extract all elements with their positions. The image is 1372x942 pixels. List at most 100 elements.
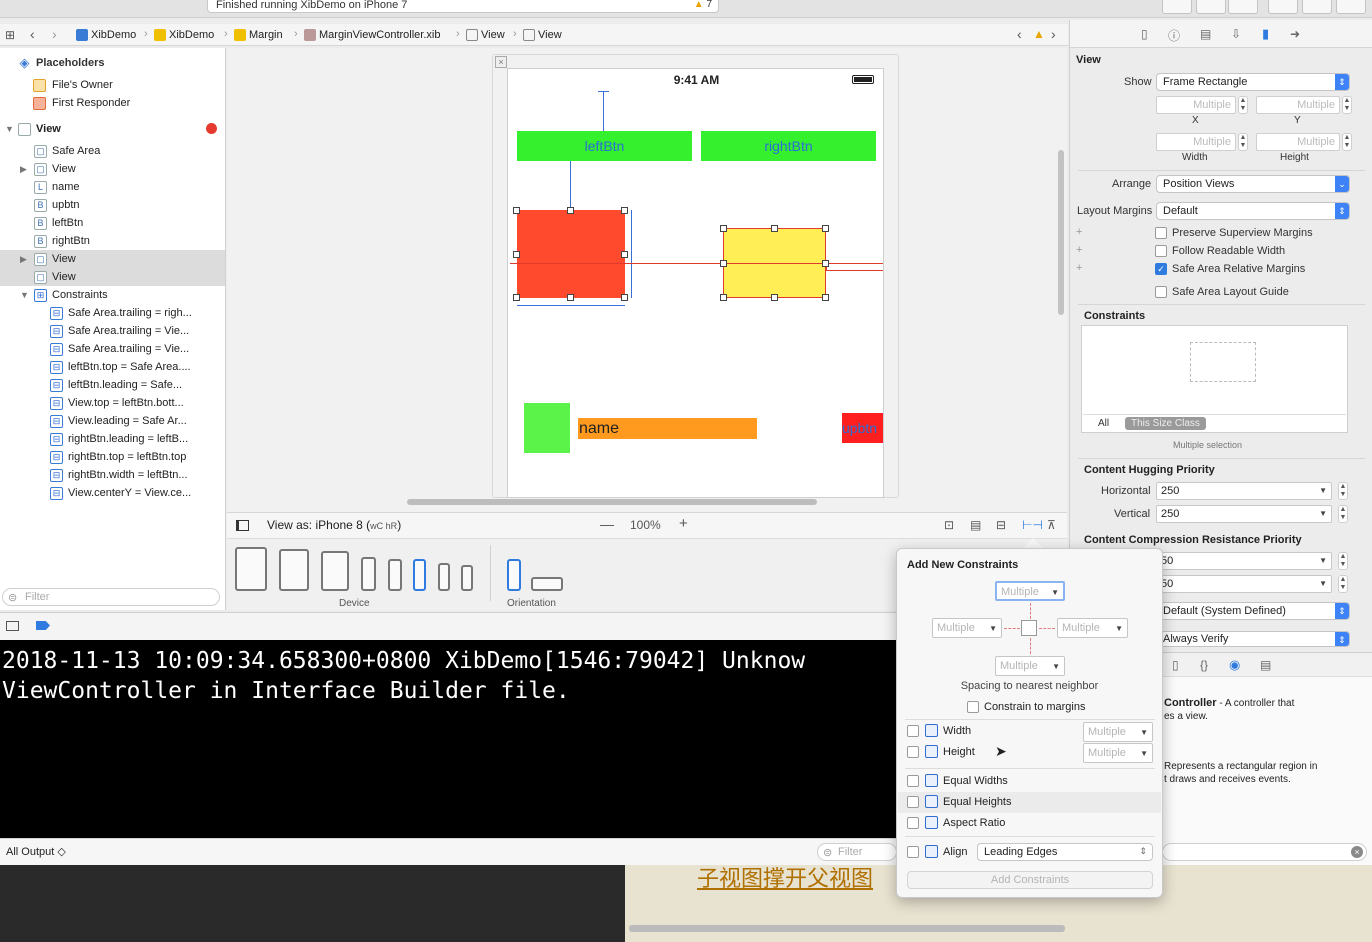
tab-all[interactable]: All bbox=[1098, 418, 1109, 429]
readable-width-checkbox[interactable] bbox=[1155, 245, 1167, 257]
connections-inspector-icon[interactable]: ➜ bbox=[1290, 27, 1300, 41]
add-constraints-icon[interactable]: ⊢⊣ bbox=[1022, 518, 1043, 532]
resize-handle[interactable] bbox=[621, 294, 628, 301]
help-inspector-icon[interactable]: ⓘ bbox=[1168, 27, 1180, 44]
resize-handle[interactable] bbox=[621, 207, 628, 214]
align-checkbox[interactable] bbox=[907, 846, 919, 858]
crumb-project[interactable]: XibDemo bbox=[76, 28, 136, 42]
bottom-spacing-field[interactable]: Multiple ▼ bbox=[995, 656, 1065, 676]
resize-handle[interactable] bbox=[513, 294, 520, 301]
crumb-folder[interactable]: Margin bbox=[234, 28, 283, 42]
vertical-hugging-combo[interactable]: 250 ▼ bbox=[1156, 505, 1332, 523]
view-as-device-label[interactable]: View as: iPhone 8 (wC hR) bbox=[267, 518, 401, 532]
library-item-view-controller[interactable]: Controller - A controller that bbox=[1164, 697, 1294, 709]
resize-handle[interactable] bbox=[567, 294, 574, 301]
width-stepper[interactable]: ▲ ▼ bbox=[1238, 133, 1248, 151]
breakpoints-toggle-icon[interactable] bbox=[36, 621, 50, 630]
outline-item[interactable]: ▢ View bbox=[0, 268, 225, 286]
disclosure-triangle-icon[interactable]: ▼ bbox=[5, 124, 14, 134]
resize-handle[interactable] bbox=[822, 294, 829, 301]
leading-constraint-strut[interactable] bbox=[1004, 628, 1020, 629]
height-field[interactable]: Multiple bbox=[1256, 133, 1340, 151]
resize-handle[interactable] bbox=[513, 207, 520, 214]
horizontal-compression-stepper[interactable]: ▲ ▼ bbox=[1338, 552, 1348, 570]
media-library-icon[interactable]: ▤ bbox=[1260, 658, 1271, 672]
device-screen[interactable]: 9:41 AM leftBtn rightBtn name upbtn bbox=[507, 68, 884, 498]
constraint-item[interactable]: ⊟ View.leading = Safe Ar... bbox=[0, 412, 225, 430]
horizontal-hugging-combo[interactable]: 250 ▼ bbox=[1156, 482, 1332, 500]
layout-margins-popup[interactable]: Default ⇕ bbox=[1156, 202, 1350, 220]
resize-handle[interactable] bbox=[720, 260, 727, 267]
resize-handle[interactable] bbox=[621, 251, 628, 258]
disclosure-triangle-icon[interactable]: ▶ bbox=[20, 164, 27, 175]
aspect-ratio-checkbox[interactable] bbox=[907, 817, 919, 829]
width-value-field[interactable]: Multiple ▼ bbox=[1083, 722, 1153, 742]
warning-count[interactable]: ▲ 7 bbox=[694, 0, 712, 10]
constrain-margins-checkbox[interactable] bbox=[967, 701, 979, 713]
related-items-icon[interactable]: ⊞ bbox=[5, 28, 15, 42]
resize-handle[interactable] bbox=[822, 225, 829, 232]
orientation-landscape-icon[interactable] bbox=[531, 577, 563, 591]
outline-root-view[interactable]: ▼ View bbox=[0, 120, 225, 138]
outline-first-responder[interactable]: First Responder bbox=[0, 94, 225, 112]
outline-item[interactable]: Lname bbox=[0, 178, 225, 196]
height-value-field[interactable]: Multiple ▼ bbox=[1083, 743, 1153, 763]
crumb-view-selected[interactable]: View bbox=[523, 28, 562, 42]
add-variation-icon[interactable]: + bbox=[1076, 226, 1082, 238]
forward-button[interactable]: › bbox=[52, 26, 57, 42]
left-button[interactable]: leftBtn bbox=[517, 131, 692, 161]
device-iphone-xs-max-icon[interactable] bbox=[361, 557, 376, 591]
top-constraint-strut[interactable] bbox=[1030, 603, 1031, 619]
toggle-navigator-button[interactable] bbox=[1268, 0, 1298, 14]
resize-handle[interactable] bbox=[567, 207, 574, 214]
align-popup[interactable]: Leading Edges ⇕ bbox=[977, 843, 1153, 861]
canvas-vertical-scrollbar[interactable] bbox=[1058, 150, 1064, 315]
x-field[interactable]: Multiple bbox=[1156, 96, 1236, 114]
vertical-hugging-stepper[interactable]: ▲ ▼ bbox=[1338, 505, 1348, 523]
crumb-group[interactable]: XibDemo bbox=[154, 28, 214, 42]
constraint-item[interactable]: ⊟ Safe Area.trailing = Vie... bbox=[0, 322, 225, 340]
device-iphone-se-icon[interactable] bbox=[461, 565, 473, 591]
trailing-spacing-field[interactable]: Multiple ▼ bbox=[1057, 618, 1128, 638]
toggle-inspector-button[interactable] bbox=[1336, 0, 1366, 14]
outline-placeholders[interactable]: ◈ Placeholders bbox=[0, 54, 225, 72]
constraint-item[interactable]: ⊟ rightBtn.top = leftBtn.top bbox=[0, 448, 225, 466]
disclosure-triangle-icon[interactable]: ▼ bbox=[20, 290, 29, 300]
outline-item[interactable]: ▢ Safe Area bbox=[0, 142, 225, 160]
preserve-margins-checkbox[interactable] bbox=[1155, 227, 1167, 239]
add-variation-icon[interactable]: + bbox=[1076, 262, 1082, 274]
editor-version-button[interactable] bbox=[1228, 0, 1258, 14]
equal-widths-checkbox[interactable] bbox=[907, 775, 919, 787]
resize-handle[interactable] bbox=[720, 294, 727, 301]
next-issue-button[interactable]: › bbox=[1051, 26, 1056, 42]
constraint-item[interactable]: ⊟ rightBtn.width = leftBtn... bbox=[0, 466, 225, 484]
error-indicator-icon[interactable] bbox=[206, 123, 217, 134]
outline-filter-field[interactable]: ⊜ Filter bbox=[2, 588, 220, 606]
width-checkbox[interactable] bbox=[907, 725, 919, 737]
editor-assistant-button[interactable] bbox=[1196, 0, 1226, 14]
right-button[interactable]: rightBtn bbox=[701, 131, 876, 161]
height-checkbox[interactable] bbox=[907, 746, 919, 758]
safe-area-guide-checkbox[interactable] bbox=[1155, 286, 1167, 298]
resize-handle[interactable] bbox=[513, 251, 520, 258]
outline-files-owner[interactable]: File's Owner bbox=[0, 76, 225, 94]
device-ipad-icon[interactable] bbox=[321, 551, 349, 591]
name-label[interactable]: name bbox=[578, 418, 757, 439]
safe-area-margins-checkbox[interactable]: ✓ bbox=[1155, 263, 1167, 275]
vertical-compression-stepper[interactable]: ▲ ▼ bbox=[1338, 575, 1348, 593]
device-iphone-xr-icon[interactable] bbox=[388, 559, 402, 591]
intrinsic-size-popup[interactable]: Default (System Defined) ⇕ bbox=[1156, 602, 1350, 620]
width-field[interactable]: Multiple bbox=[1156, 133, 1236, 151]
resize-handle[interactable] bbox=[771, 225, 778, 232]
equal-heights-checkbox[interactable] bbox=[907, 796, 919, 808]
disclosure-triangle-icon[interactable]: ▶ bbox=[20, 254, 27, 265]
constraint-item[interactable]: ⊟ View.top = leftBtn.bott... bbox=[0, 394, 225, 412]
constraint-item[interactable]: ⊟ View.centerY = View.ce... bbox=[0, 484, 225, 502]
toggle-outline-icon[interactable] bbox=[236, 520, 249, 531]
resize-handle[interactable] bbox=[822, 260, 829, 267]
attributes-inspector-icon[interactable]: ⇩ bbox=[1231, 27, 1241, 41]
file-template-library-icon[interactable]: ▯ bbox=[1172, 658, 1179, 672]
scene-close-icon[interactable]: × bbox=[495, 56, 507, 68]
previous-issue-button[interactable]: ‹ bbox=[1017, 26, 1022, 42]
code-snippet-library-icon[interactable]: {} bbox=[1200, 658, 1208, 672]
